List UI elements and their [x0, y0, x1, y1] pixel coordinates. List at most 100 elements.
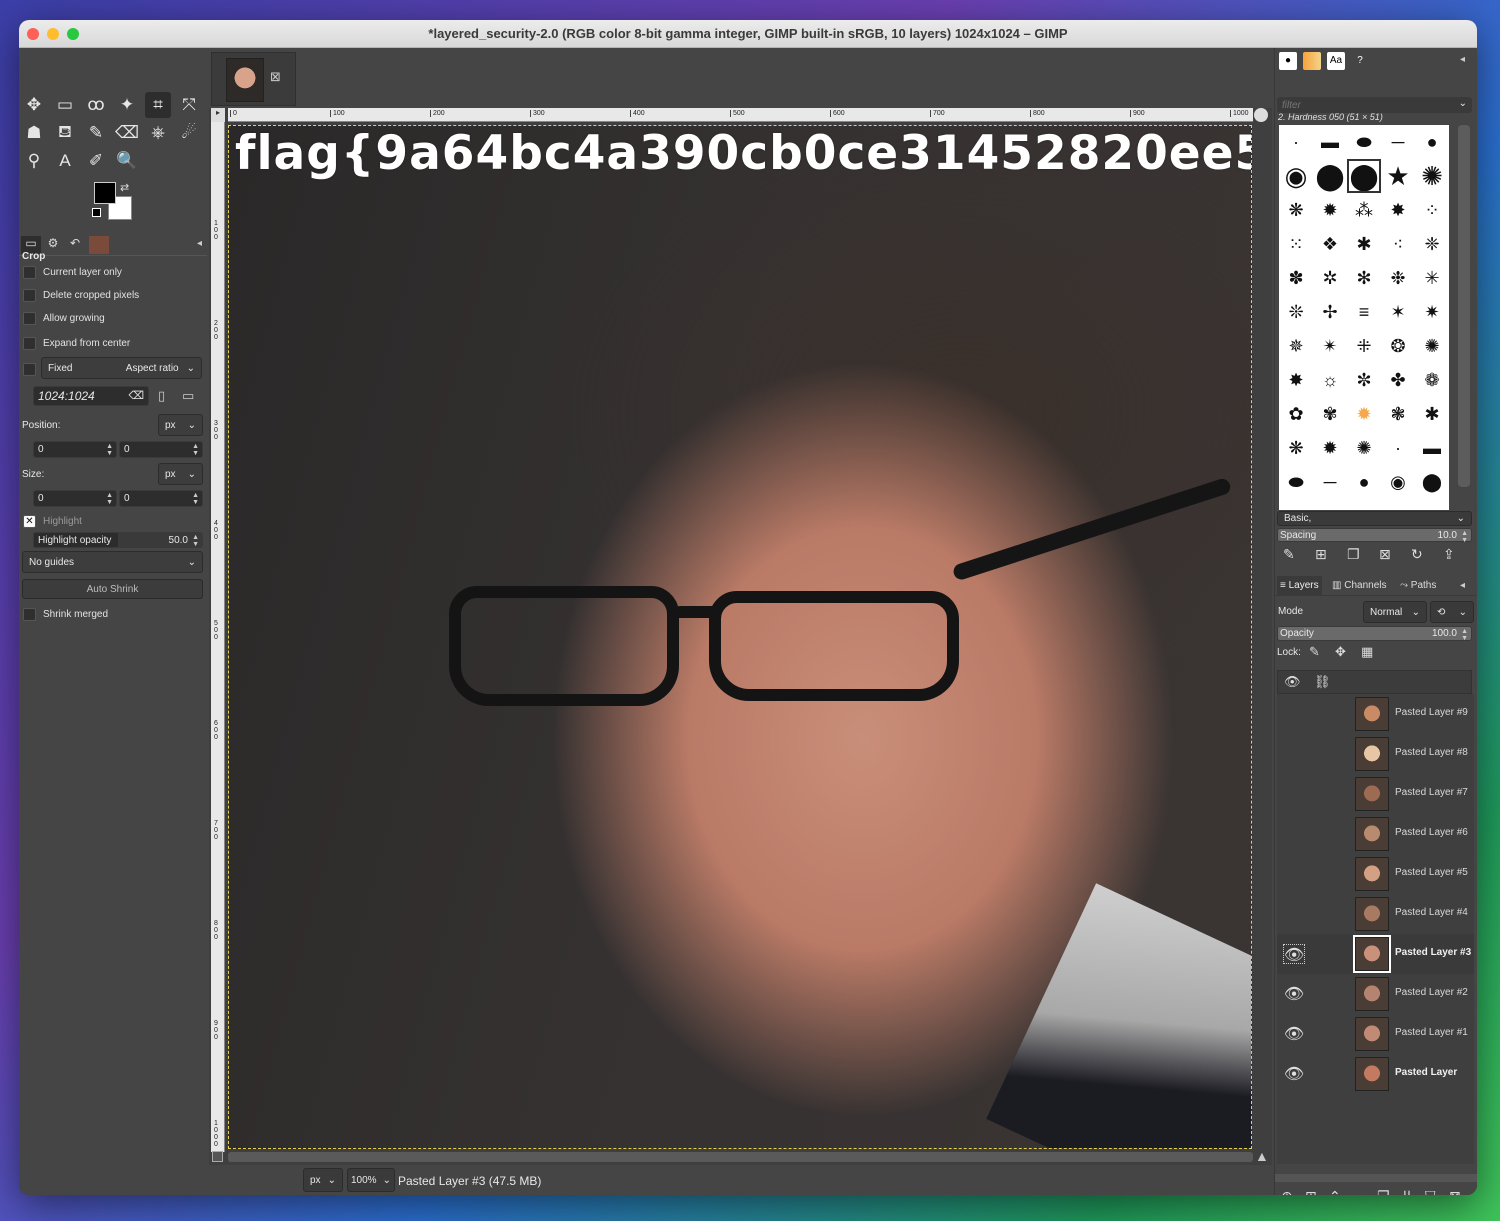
- spin-arrows-icon[interactable]: ▲ ▼: [192, 492, 199, 506]
- brush-preview[interactable]: ✿: [1281, 399, 1311, 429]
- zoom-tool-icon[interactable]: 🔍: [114, 148, 140, 174]
- brush-preview[interactable]: ●: [1349, 467, 1379, 497]
- panel-menu-icon[interactable]: ◂: [197, 238, 202, 249]
- layer-row[interactable]: 👁 Pasted Layer #2: [1277, 974, 1474, 1014]
- current-layer-only-checkbox[interactable]: [23, 265, 36, 279]
- paintbrush-icon[interactable]: ✎: [83, 120, 109, 146]
- brush-preview[interactable]: ✽: [1281, 263, 1311, 293]
- brushes-tab-icon[interactable]: ●: [1279, 52, 1297, 70]
- brush-preview[interactable]: ✵: [1281, 331, 1311, 361]
- size-width-input[interactable]: 0 ▲ ▼: [33, 490, 117, 507]
- visibility-eye-icon[interactable]: 👁: [1283, 1024, 1305, 1044]
- spin-arrows-icon[interactable]: ▲ ▼: [106, 443, 113, 457]
- layer-thumbnail[interactable]: [1355, 777, 1389, 811]
- size-unit-combo[interactable]: px ⌄: [158, 463, 203, 485]
- auto-shrink-button[interactable]: Auto Shrink: [22, 579, 203, 599]
- visibility-eye-icon[interactable]: 👁: [1283, 944, 1305, 964]
- panel-menu-icon[interactable]: ◂: [1460, 54, 1465, 65]
- fonts-tab-icon[interactable]: Aa: [1327, 52, 1345, 70]
- brush-preview[interactable]: ✸: [1281, 365, 1311, 395]
- lock-alpha-icon[interactable]: ▦: [1361, 644, 1373, 660]
- brush-preview[interactable]: ✺: [1417, 161, 1447, 191]
- layer-thumbnail[interactable]: [1355, 897, 1389, 931]
- shrink-merged-option[interactable]: Shrink merged: [23, 605, 108, 623]
- portrait-icon[interactable]: ▯: [158, 388, 165, 404]
- brush-preview[interactable]: ✹: [1315, 195, 1345, 225]
- aspect-ratio-input[interactable]: 1024:1024 ⌫: [33, 386, 149, 406]
- tab-paths[interactable]: ⤳ Paths: [1400, 576, 1436, 596]
- brush-preview[interactable]: ─: [1315, 467, 1345, 497]
- brush-preview[interactable]: ◉: [1383, 467, 1413, 497]
- highlight-checkbox[interactable]: ✕: [23, 514, 36, 528]
- horizontal-scrollbar[interactable]: [228, 1152, 1253, 1162]
- crop-tool-icon[interactable]: ⌗: [145, 92, 171, 118]
- brush-preview[interactable]: ⁖: [1383, 229, 1413, 259]
- size-height-input[interactable]: 0 ▲ ▼: [119, 490, 203, 507]
- blend-mode-combo[interactable]: Normal ⌄: [1363, 601, 1427, 623]
- spacing-slider[interactable]: Spacing 10.0 ▲ ▼: [1277, 528, 1472, 544]
- brush-preview[interactable]: ❊: [1281, 297, 1311, 327]
- duplicate-brush-icon[interactable]: ❐: [1347, 546, 1360, 563]
- undo-history-tab-icon[interactable]: ↶: [65, 236, 85, 254]
- delete-layer-icon[interactable]: ⊠: [1449, 1188, 1461, 1195]
- color-picker-icon[interactable]: ✐: [83, 148, 109, 174]
- delete-cropped-option[interactable]: Delete cropped pixels: [23, 286, 139, 304]
- allow-growing-checkbox[interactable]: [23, 311, 36, 325]
- brush-tag-combo[interactable]: Basic, ⌄: [1277, 511, 1472, 526]
- patterns-tab-icon[interactable]: [1303, 52, 1321, 70]
- duplicate-layer-icon[interactable]: ❐: [1377, 1188, 1390, 1195]
- new-brush-icon[interactable]: ⊞: [1315, 546, 1327, 563]
- ruler-corner-icon[interactable]: ▸: [211, 108, 225, 122]
- tab-layers[interactable]: ≡ Layers: [1277, 576, 1322, 596]
- layers-scrollbar[interactable]: [1275, 1174, 1477, 1182]
- paths-tool-icon[interactable]: ⚲: [21, 148, 47, 174]
- brush-preview[interactable]: ⁙: [1281, 229, 1311, 259]
- current-layer-only-option[interactable]: Current layer only: [23, 263, 122, 281]
- brush-preview[interactable]: ✹: [1315, 433, 1345, 463]
- layer-thumbnail[interactable]: [1353, 935, 1391, 973]
- open-brush-icon[interactable]: ⇪: [1443, 546, 1455, 563]
- layer-row[interactable]: Pasted Layer #9: [1277, 694, 1474, 734]
- brush-preview[interactable]: ·: [1281, 127, 1311, 157]
- brush-preview[interactable]: ❋: [1281, 195, 1311, 225]
- visibility-eye-icon[interactable]: [1283, 904, 1305, 924]
- new-layer-group-icon[interactable]: ⊞: [1305, 1188, 1317, 1195]
- brush-preview[interactable]: ⬤: [1417, 467, 1447, 497]
- position-y-input[interactable]: 0 ▲ ▼: [119, 441, 203, 458]
- brush-preview[interactable]: ✺: [1417, 331, 1447, 361]
- layer-thumbnail[interactable]: [1355, 1017, 1389, 1051]
- brush-preview[interactable]: ✲: [1315, 263, 1345, 293]
- brush-preview[interactable]: ●: [1417, 127, 1447, 157]
- visibility-eye-icon[interactable]: [1283, 824, 1305, 844]
- layer-thumbnail[interactable]: [1355, 977, 1389, 1011]
- visibility-eye-icon[interactable]: 👁: [1283, 1064, 1305, 1084]
- highlight-option[interactable]: ✕ Highlight: [23, 512, 82, 530]
- brush-preview[interactable]: ✱: [1349, 229, 1379, 259]
- spin-arrows-icon[interactable]: ▲ ▼: [1461, 628, 1468, 642]
- layer-row[interactable]: 👁 Pasted Layer #3: [1277, 934, 1474, 974]
- lock-pixels-icon[interactable]: ✎: [1309, 644, 1320, 660]
- highlight-opacity-slider[interactable]: Highlight opacity 50.0 ▲ ▼: [33, 532, 203, 548]
- default-colors-icon[interactable]: [92, 208, 101, 217]
- brush-preview[interactable]: ★: [1383, 161, 1413, 191]
- allow-growing-option[interactable]: Allow growing: [23, 309, 105, 327]
- spin-arrows-icon[interactable]: ▲ ▼: [192, 534, 199, 548]
- navigate-icon[interactable]: ▲: [1255, 1148, 1269, 1164]
- new-layer-icon[interactable]: ⊕: [1281, 1188, 1293, 1195]
- layer-thumbnail[interactable]: [1355, 857, 1389, 891]
- brush-preview[interactable]: ✾: [1315, 399, 1345, 429]
- rect-select-icon[interactable]: ▭: [52, 92, 78, 118]
- brush-preview[interactable]: ✷: [1417, 297, 1447, 327]
- visibility-eye-icon[interactable]: [1283, 864, 1305, 884]
- lower-layer-icon[interactable]: ⌄: [1353, 1188, 1365, 1195]
- brush-preview[interactable]: ☼: [1315, 365, 1345, 395]
- brush-preview[interactable]: ·: [1383, 433, 1413, 463]
- quick-mask-toggle[interactable]: [212, 1151, 223, 1162]
- brush-preview[interactable]: ⁂: [1349, 195, 1379, 225]
- position-unit-combo[interactable]: px ⌄: [158, 414, 203, 436]
- brush-grid[interactable]: · ▬ ⬬ ─ ● ◉ ⬤ ⬤ ★ ✺ ❋ ✹ ⁂ ✸ ⁘ ⁙ ❖ ✱ ⁖ ❈ ✽ ✲ ✻ ❉ ✳ ❊ ✢ ≡ ✶ ✷ ✵ ✴ ⁜ ❂ ✺ ✸ ☼ ✼ ✤ ❁…: [1279, 125, 1449, 510]
- lock-position-icon[interactable]: ✥: [1335, 644, 1346, 660]
- brush-preview[interactable]: ⁘: [1417, 195, 1447, 225]
- help-tab-icon[interactable]: ?: [1351, 52, 1369, 70]
- device-status-tab-icon[interactable]: ⚙: [43, 236, 63, 254]
